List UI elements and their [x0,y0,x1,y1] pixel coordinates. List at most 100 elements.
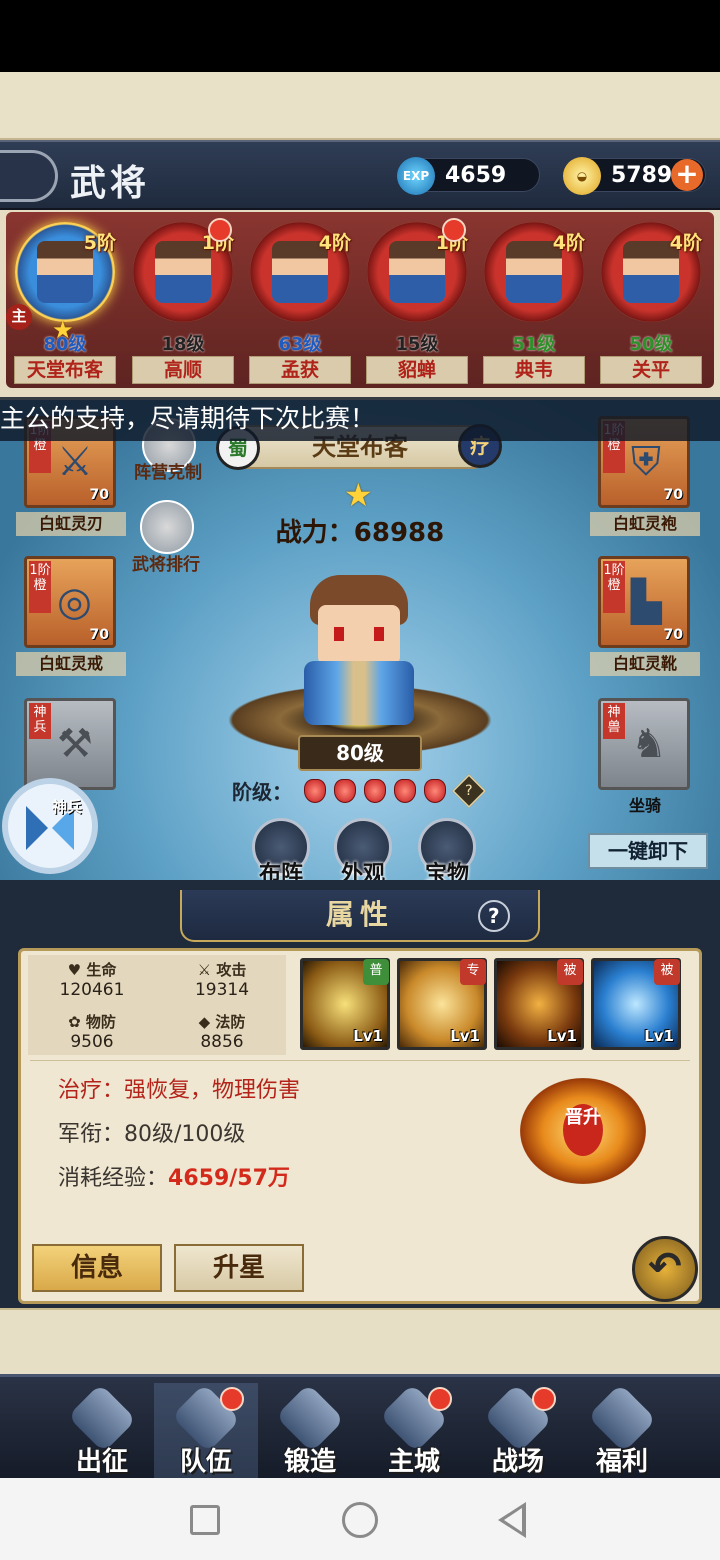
unequip-all-button[interactable]: 一键卸下 [588,833,708,869]
appearance-button[interactable]: 外观 [328,818,398,888]
equip-slot-mount[interactable]: 神兽 ♞ [598,698,690,790]
boots-icon: ▙ [631,579,662,625]
equip-name: 白虹灵戒 [16,652,126,676]
equip-slot-divine-weapon[interactable]: 神兵 ⚒ [24,698,116,790]
hero-name: 关平 [600,356,702,384]
skill-slot[interactable]: 专 Lv1 [397,958,487,1050]
helmet-icon: ◆ [198,1013,211,1031]
ring-icon: ◎ [57,579,92,625]
skill-level: Lv1 [353,1027,383,1045]
promote-button[interactable]: 晋升 [520,1078,646,1184]
nav-campaign[interactable]: 出征 [50,1383,154,1479]
skill-slot[interactable]: 普 Lv1 [300,958,390,1050]
bottom-banner [0,1308,720,1374]
hero-card[interactable]: 4阶 51级 典韦 [479,218,589,388]
skill-slot[interactable]: 被 Lv1 [494,958,584,1050]
hero-rank: 4阶 [552,232,585,254]
exp-cost: 消耗经验：4659/57万 [58,1166,290,1191]
hero-level: 80级 [298,735,422,771]
hero-card[interactable]: 1阶 18级 高顺 [128,218,238,388]
grade-help-icon[interactable]: ? [452,774,486,808]
skill-level: Lv1 [644,1027,674,1045]
bottom-nav: 出征 队伍 锻造 主城 战场 福利 [0,1374,720,1479]
equip-slot-ring[interactable]: 1阶橙 ◎ 70 [24,556,116,648]
gold-counter: ◒ 5789 + [563,157,706,195]
power-label: 战力： [275,518,354,548]
hero-level: 63级 [278,334,322,355]
info-tab[interactable]: 信息 [32,1244,162,1292]
hero-name: 孟获 [249,356,351,384]
star-up-tab[interactable]: 升星 [174,1244,304,1292]
grade-gem-icon [304,779,326,803]
stat-magic-def: ◆ 法防 8856 [198,1013,246,1052]
equip-grade-tag: 1阶橙 [29,561,51,613]
star-icon: ★ [344,476,373,514]
recents-icon[interactable] [190,1505,220,1535]
nav-welfare[interactable]: 福利 [570,1383,674,1479]
back-arrow-icon[interactable]: ↶ [632,1236,698,1302]
hero-level: 50级 [629,334,673,355]
hero-card[interactable]: 5阶主 ★ 80级 天堂布客 [6,218,120,388]
sword-icon: ⚔ [57,439,93,485]
hero-ranking-button[interactable]: 武将排行 [126,500,206,580]
skill-type-badge: 被 [557,959,583,985]
main-hero-badge: 主 [6,304,32,330]
notification-dot [532,1387,556,1411]
hero-traits: 治疗：强恢复，物理伤害 [58,1078,301,1103]
promote-label: 晋升 [563,1104,603,1156]
military-rank: 军衔：80级/100级 [58,1122,246,1147]
paw-icon: ✿ [68,1013,81,1031]
nav-forge[interactable]: 锻造 [258,1383,362,1479]
armor-icon: ⛨ [631,439,661,485]
skill-level: Lv1 [547,1027,577,1045]
nav-team[interactable]: 队伍 [154,1383,258,1479]
menu-emblem-icon[interactable] [0,150,58,202]
hero-card[interactable]: 4阶 50级 关平 [596,218,706,388]
treasure-button[interactable]: 宝物 [412,818,482,888]
page-title: 武将 [70,163,151,204]
grade-gem-icon [394,779,416,803]
stat-attack: ⚔ 攻击 19314 [194,961,250,1000]
announcement-marquee: 主公的支持，尽请期待下次比赛！ [0,397,720,441]
nav-city[interactable]: 主城 [362,1383,466,1479]
grade-gem-icon [424,779,446,803]
exp-icon: EXP [397,157,435,195]
scroll-icon [140,500,194,554]
gold-value: 5789 [611,163,673,188]
skill-type-badge: 普 [363,959,389,985]
notification-dot [428,1387,452,1411]
equip-name: 白虹灵袍 [590,512,700,536]
hero-name: 典韦 [483,356,585,384]
equip-name: 白虹灵刃 [16,512,126,536]
nav-battlefield[interactable]: 战场 [466,1383,570,1479]
add-gold-button[interactable]: + [671,159,703,191]
hero-card[interactable]: 4阶 63级 孟获 [245,218,355,388]
hero-rank: 4阶 [669,232,702,254]
skill-type-badge: 专 [460,959,486,985]
stat-box: ♥ 生命 120461 ⚔ 攻击 19314 ✿ 物防 9506 ◆ 法防 88… [28,955,286,1055]
status-bar [0,0,720,72]
hero-name: 高顺 [132,356,234,384]
grade-gem-icon [364,779,386,803]
equip-grade-tag: 神兽 [603,703,625,739]
combat-power: 战力：68988 [250,512,470,549]
hero-sprite[interactable] [296,575,422,725]
hero-card[interactable]: 1阶 15级 貂蝉 [362,218,472,388]
home-icon[interactable] [342,1502,378,1538]
floating-assistant-button[interactable] [2,778,98,874]
equip-level: 70 [89,627,109,643]
header: 武将 EXP 4659 ◒ 5789 + [0,140,720,210]
equip-slot-boots[interactable]: 1阶橙 ▙ 70 [598,556,690,648]
grade-label: 阶级： [232,780,292,804]
skill-slot[interactable]: 被 Lv1 [591,958,681,1050]
equip-name: 坐骑 [628,796,661,815]
assistant-logo-icon [26,806,48,850]
notification-dot [442,218,466,242]
skill-type-badge: 被 [654,959,680,985]
grade-gem-icon [334,779,356,803]
exp-cost-value: 4659/57万 [168,1166,290,1191]
swords-icon: ⚔ [197,961,212,979]
faction-restraint-label: 阵营克制 [134,463,202,483]
formation-button[interactable]: 布阵 [246,818,316,888]
equip-level: 70 [89,487,109,503]
